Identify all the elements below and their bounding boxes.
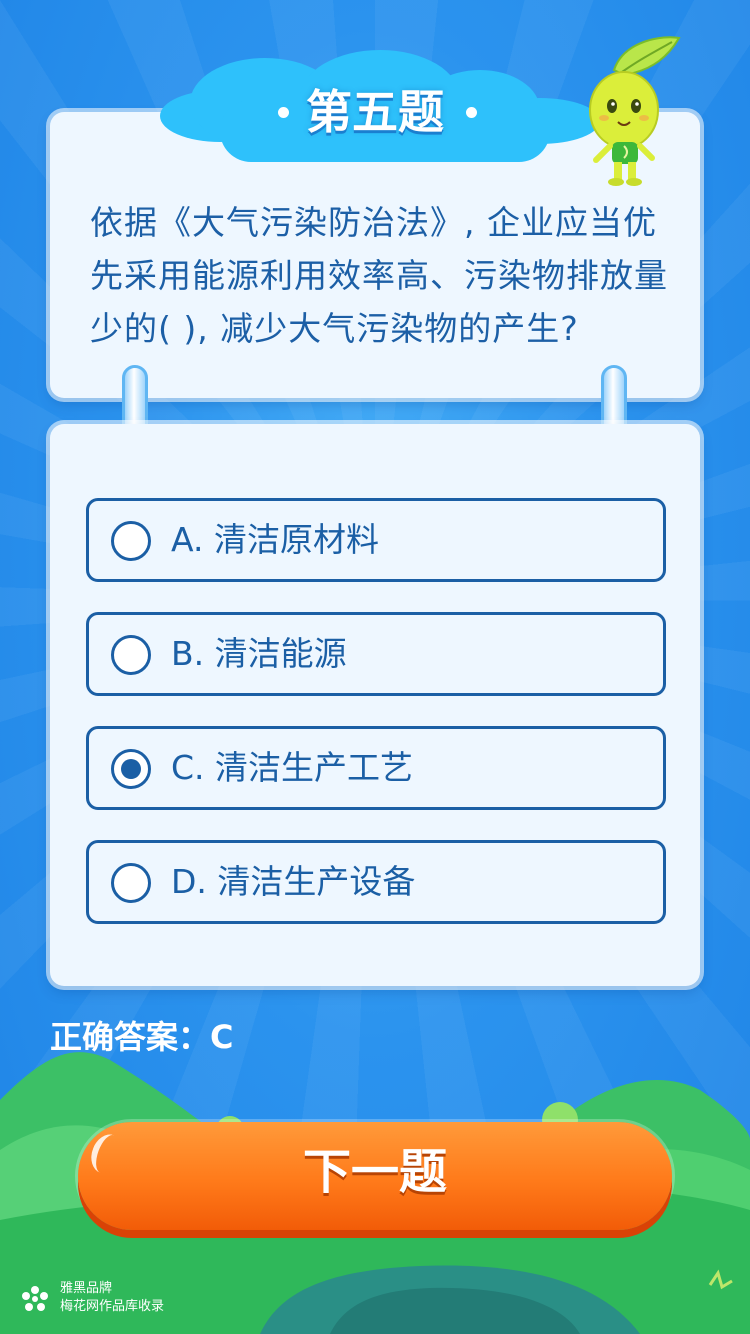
radio-icon[interactable] — [111, 635, 151, 675]
radio-icon[interactable] — [111, 749, 151, 789]
brand-subtitle: 梅花网作品库收录 — [60, 1299, 165, 1314]
option-label: C. 清洁生产工艺 — [171, 748, 414, 787]
question-text: 依据《大气污染防治法》, 企业应当优先采用能源利用效率高、污染物排放量少的( )… — [90, 203, 668, 348]
title-dot-right — [466, 107, 477, 118]
option-a[interactable]: A. 清洁原材料 — [86, 498, 666, 582]
option-label: A. 清洁原材料 — [171, 520, 379, 559]
next-question-button[interactable]: 下一题 — [78, 1122, 672, 1230]
leaf-mascot-icon — [589, 36, 681, 186]
brand-watermark: 雅黑品牌 梅花网作品库收录 — [20, 1280, 220, 1320]
option-label: D. 清洁生产设备 — [171, 862, 416, 901]
option-label: B. 清洁能源 — [171, 634, 347, 673]
next-question-label: 下一题 — [302, 1144, 447, 1200]
option-c[interactable]: C. 清洁生产工艺 — [86, 726, 666, 810]
plum-blossom-icon — [22, 1286, 48, 1311]
radio-icon[interactable] — [111, 521, 151, 561]
question-number-title: 第五题 — [306, 85, 444, 139]
brand-name: 雅黑品牌 — [60, 1281, 113, 1296]
option-b[interactable]: B. 清洁能源 — [86, 612, 666, 696]
option-d[interactable]: D. 清洁生产设备 — [86, 840, 666, 924]
radio-icon[interactable] — [111, 863, 151, 903]
